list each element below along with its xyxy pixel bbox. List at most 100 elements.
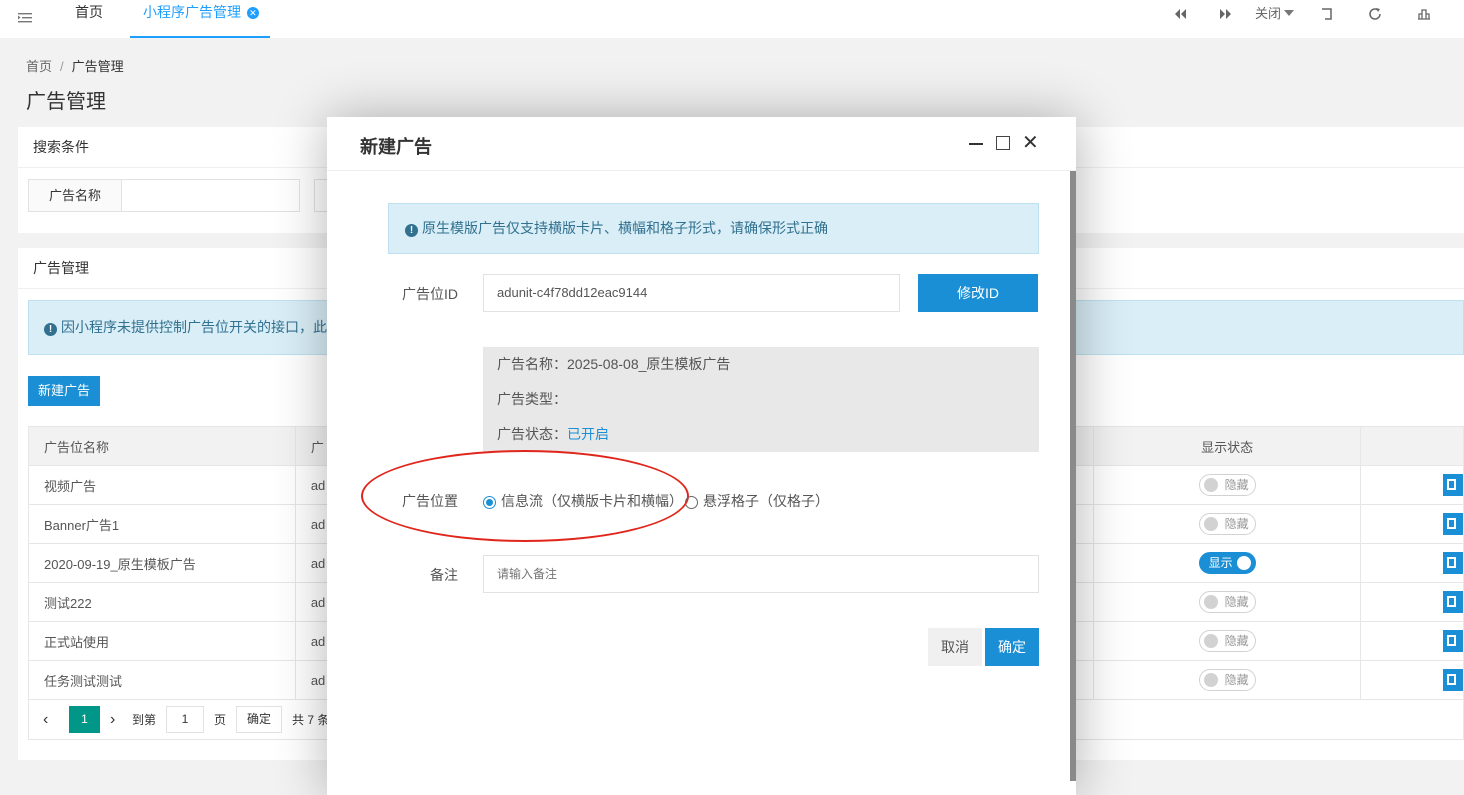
goto-page-input[interactable]: 1 — [166, 706, 205, 733]
status-toggle-label: 隐藏 — [1224, 634, 1249, 648]
back-icon[interactable] — [1320, 5, 1334, 23]
ad-info-box: 广告名称：2025-08-08_原生模板广告 广告类型： 广告状态：已开启 — [483, 347, 1039, 452]
toggle-knob — [1203, 634, 1218, 648]
column-header-operation — [1359, 426, 1464, 466]
modal-controls: ✕ — [968, 133, 1039, 153]
cell-status: 隐藏 — [1093, 465, 1361, 505]
info-icon: ! — [44, 323, 57, 336]
column-header-status: 显示状态 — [1093, 426, 1361, 466]
goto-confirm-button[interactable]: 确定 — [236, 706, 283, 733]
ad-name-search-field: 广告名称 — [28, 179, 300, 212]
toggle-knob — [1203, 478, 1218, 492]
close-tabs-menu[interactable]: 关闭 — [1255, 5, 1295, 23]
status-toggle-label: 显示 — [1208, 556, 1233, 570]
toggle-knob — [1203, 517, 1218, 531]
toggle-knob — [1203, 673, 1218, 687]
cell-operation — [1359, 582, 1464, 622]
remark-label: 备注 — [430, 567, 458, 583]
ad-info-type-label: 广告类型： — [497, 391, 567, 407]
cell-operation — [1359, 465, 1464, 505]
cell-ad-name: 测试222 — [28, 582, 296, 622]
radio-feed-label: 信息流（仅横版卡片和横幅） — [501, 493, 683, 509]
scroll-left-icon[interactable] — [1172, 5, 1188, 23]
radio-option-feed[interactable]: 信息流（仅横版卡片和横幅） — [483, 491, 683, 511]
status-toggle[interactable]: 隐藏 — [1198, 669, 1256, 691]
ad-name-label: 广告名称 — [29, 180, 122, 211]
cell-status: 隐藏 — [1093, 621, 1361, 661]
breadcrumb-current: 广告管理 — [71, 59, 124, 74]
ad-info-status-row: 广告状态：已开启 — [497, 424, 1025, 459]
list-notice-text: 因小程序未提供控制广告位开关的接口，此 — [61, 319, 327, 335]
next-page-icon[interactable]: › — [110, 711, 124, 729]
ad-info-status-value: 已开启 — [567, 426, 609, 442]
cell-ad-name: 视频广告 — [28, 465, 296, 505]
prev-page-icon[interactable]: ‹ — [43, 711, 57, 729]
alert-info-icon: ! — [405, 224, 418, 237]
maximize-icon[interactable] — [996, 136, 1010, 150]
scroll-right-icon[interactable] — [1218, 5, 1234, 23]
status-toggle[interactable]: 隐藏 — [1198, 591, 1256, 613]
chevron-down-icon — [1284, 10, 1295, 16]
radio-floating-label: 悬浮格子（仅格子） — [703, 493, 829, 509]
status-toggle-label: 隐藏 — [1224, 478, 1249, 492]
modal-alert: ! 原生模版广告仅支持横版卡片、横幅和格子形式，请确保形式正确 — [388, 203, 1039, 254]
modal-scrollbar[interactable] — [1070, 171, 1076, 781]
cell-operation — [1359, 504, 1464, 544]
ad-info-name-label: 广告名称： — [497, 356, 567, 372]
cell-status: 显示 — [1093, 543, 1361, 583]
tab-ad-management-label: 小程序广告管理 — [143, 4, 241, 20]
edit-icon[interactable] — [1442, 513, 1463, 535]
remark-input[interactable] — [483, 555, 1039, 593]
edit-icon[interactable] — [1442, 630, 1463, 652]
page-title: 广告管理 — [26, 91, 106, 113]
tab-ad-management[interactable]: 小程序广告管理 ✕ — [130, 0, 270, 38]
edit-icon[interactable] — [1442, 552, 1463, 574]
status-toggle[interactable]: 隐藏 — [1198, 474, 1256, 496]
tab-home[interactable]: 首页 — [75, 0, 103, 38]
cell-ad-name: 任务测试测试 — [28, 660, 296, 700]
status-toggle[interactable]: 隐藏 — [1198, 513, 1256, 535]
minimize-icon[interactable] — [968, 134, 984, 152]
modal-header: 新建广告 ✕ — [327, 117, 1076, 171]
cell-operation — [1359, 543, 1464, 583]
toggle-knob — [1236, 556, 1251, 570]
ad-id-label: 广告位ID — [402, 286, 458, 302]
ad-info-status-label: 广告状态： — [497, 426, 567, 442]
modify-id-button[interactable]: 修改ID — [918, 274, 1038, 312]
status-toggle[interactable]: 隐藏 — [1198, 630, 1256, 652]
radio-option-floating[interactable]: 悬浮格子（仅格子） — [685, 491, 829, 511]
cell-operation — [1359, 621, 1464, 661]
edit-icon[interactable] — [1442, 474, 1463, 496]
close-icon[interactable]: ✕ — [1022, 133, 1039, 153]
status-toggle[interactable]: 显示 — [1198, 552, 1256, 574]
ad-position-radio-group: 信息流（仅横版卡片和横幅） 悬浮格子（仅格子） — [483, 491, 829, 511]
modal-alert-text: 原生模版广告仅支持横版卡片、横幅和格子形式，请确保形式正确 — [422, 220, 828, 236]
fullscreen-icon[interactable] — [1416, 5, 1432, 23]
edit-icon[interactable] — [1442, 591, 1463, 613]
refresh-icon[interactable] — [1367, 5, 1383, 23]
cell-ad-name: 正式站使用 — [28, 621, 296, 661]
breadcrumb-separator: / — [60, 59, 64, 74]
ad-info-name-value: 2025-08-08_原生模板广告 — [567, 356, 731, 372]
column-header-name: 广告位名称 — [28, 426, 296, 466]
ad-info-name-row: 广告名称：2025-08-08_原生模板广告 — [497, 354, 1025, 389]
total-count: 共 7 条 — [292, 713, 330, 727]
edit-icon[interactable] — [1442, 669, 1463, 691]
menu-toggle-icon[interactable] — [14, 6, 36, 26]
tab-close-icon[interactable]: ✕ — [246, 7, 259, 19]
breadcrumb: 首页 / 广告管理 — [26, 56, 124, 75]
modal-title: 新建广告 — [360, 137, 432, 157]
confirm-button[interactable]: 确定 — [985, 628, 1039, 666]
page-number-current[interactable]: 1 — [69, 706, 100, 733]
close-tabs-label: 关闭 — [1255, 6, 1282, 21]
ad-name-input[interactable] — [122, 180, 299, 211]
radio-floating-icon[interactable] — [685, 495, 698, 509]
new-ad-button[interactable]: 新建广告 — [28, 376, 101, 406]
breadcrumb-home[interactable]: 首页 — [26, 59, 52, 74]
radio-feed-icon[interactable] — [483, 495, 496, 509]
ad-id-field[interactable]: adunit-c4f78dd12eac9144 — [483, 274, 900, 312]
page-unit-label: 页 — [214, 713, 227, 727]
cancel-button[interactable]: 取消 — [928, 628, 982, 666]
cell-ad-name: Banner广告1 — [28, 504, 296, 544]
ad-info-type-row: 广告类型： — [497, 389, 1025, 424]
